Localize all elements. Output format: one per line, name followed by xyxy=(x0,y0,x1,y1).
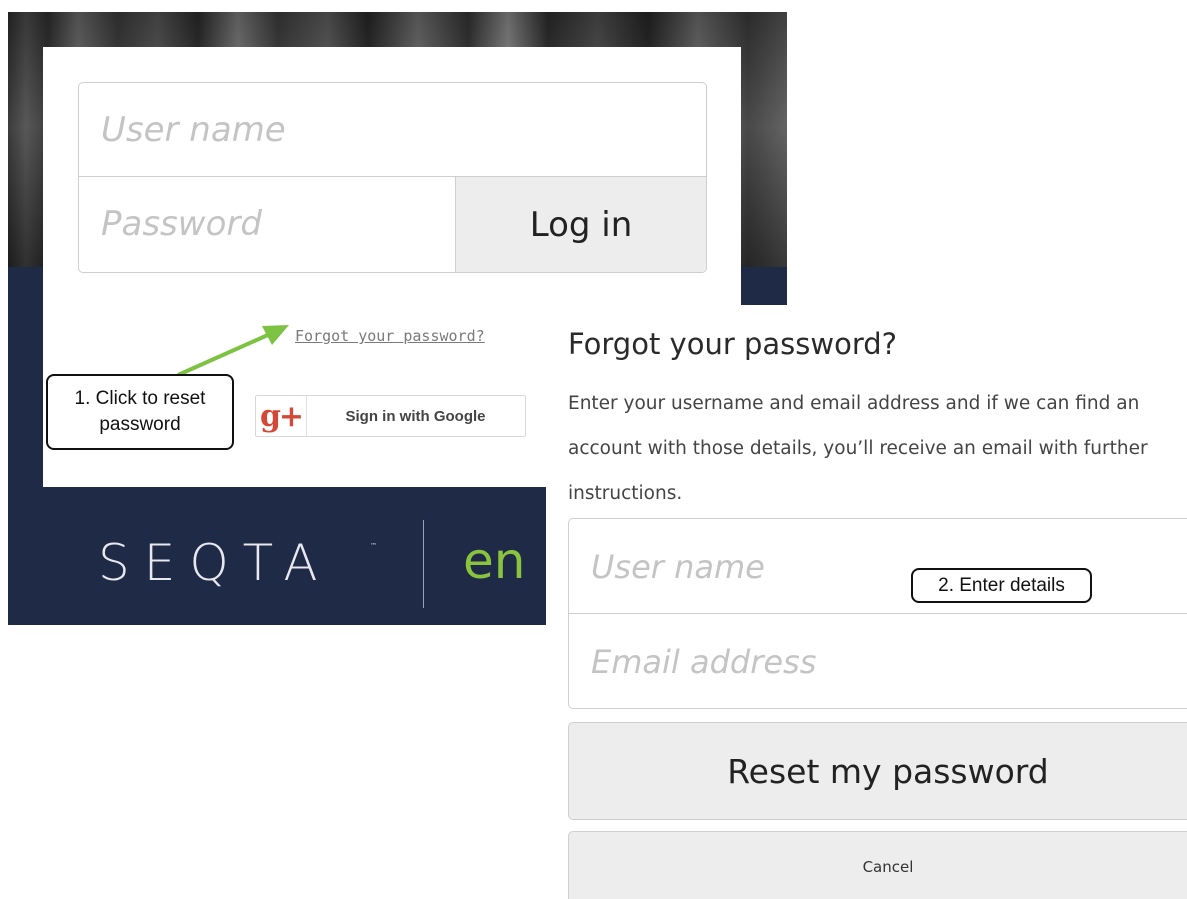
seqta-logo: SEQTA xyxy=(98,534,332,592)
reset-username-input[interactable]: User name xyxy=(569,519,1187,614)
step-1-line-1: 1. Click to reset xyxy=(74,388,206,409)
step-2-callout: 2. Enter details xyxy=(911,568,1092,603)
page-title: Forgot your password? xyxy=(568,327,898,361)
username-placeholder: User name xyxy=(101,110,286,150)
username-input[interactable]: User name xyxy=(79,83,706,177)
product-logo: en xyxy=(463,532,526,590)
google-signin-label: Sign in with Google xyxy=(345,407,486,425)
password-input[interactable]: Password xyxy=(79,177,455,272)
reset-form: User name Email address xyxy=(568,518,1187,709)
google-plus-glyph: g+ xyxy=(259,398,304,434)
step-1-callout: 1. Click to reset password xyxy=(46,374,234,450)
login-button[interactable]: Log in xyxy=(455,177,706,272)
instructions-text: Enter your username and email address an… xyxy=(568,393,1148,504)
forgot-password-screenshot: Forgot your password? Enter your usernam… xyxy=(546,305,1187,899)
cancel-button[interactable]: Cancel xyxy=(568,831,1187,899)
forgot-password-link[interactable]: Forgot your password? xyxy=(295,327,485,345)
reset-password-button[interactable]: Reset my password xyxy=(568,722,1187,820)
password-placeholder: Password xyxy=(101,204,262,244)
logo-divider xyxy=(423,520,424,608)
trademark-mark: ™ xyxy=(370,542,377,550)
email-input[interactable]: Email address xyxy=(569,614,1187,708)
reset-username-placeholder: User name xyxy=(591,548,765,586)
google-signin-button[interactable]: g+ Sign in with Google xyxy=(255,395,526,437)
google-plus-icon: g+ xyxy=(256,396,307,436)
email-placeholder: Email address xyxy=(591,643,817,681)
step-1-line-2: password xyxy=(99,414,181,435)
tutorial-figure: User name Password Log in Forgot your pa… xyxy=(0,0,1187,899)
login-form: User name Password Log in xyxy=(78,82,707,273)
